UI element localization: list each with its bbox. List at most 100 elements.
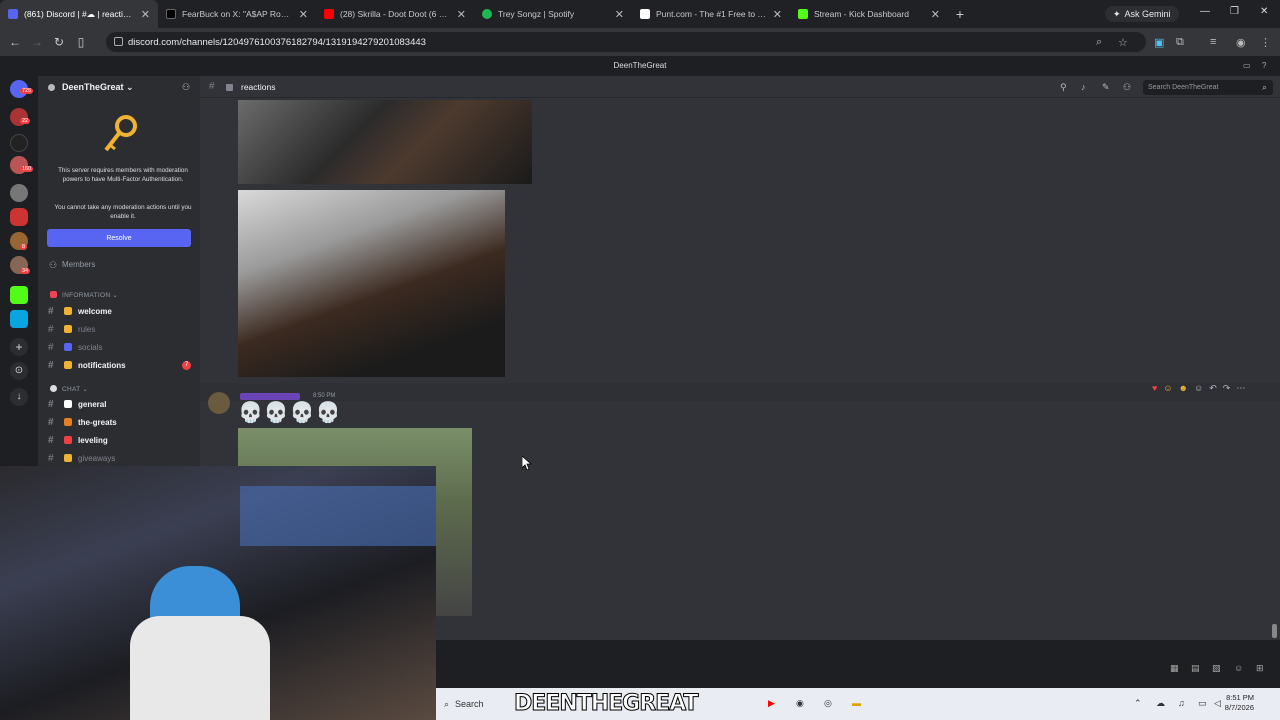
media-icon[interactable]: ≡ (1210, 36, 1216, 48)
minimize-icon[interactable]: — (1200, 6, 1210, 17)
download-icon[interactable]: ↓ (10, 388, 28, 406)
site-info-icon[interactable] (114, 37, 123, 46)
menu-icon[interactable]: ⋮ (1260, 36, 1271, 49)
mention-badge: 7 (182, 361, 191, 370)
search-input[interactable]: Search DeenTheGreat (1143, 80, 1273, 95)
extension-icon[interactable]: ▣ (1154, 36, 1164, 49)
server-icon[interactable] (10, 208, 28, 226)
rofl-reaction-icon[interactable]: ☻ (1179, 383, 1188, 397)
forward-icon[interactable]: → (26, 35, 48, 49)
zoom-icon[interactable]: ⌕ (1096, 36, 1102, 49)
close-tab-icon[interactable]: ✕ (141, 8, 150, 21)
message-image[interactable] (238, 100, 532, 184)
ask-gemini-button[interactable]: ✦ Ask Gemini (1105, 6, 1179, 22)
server-icon[interactable] (10, 134, 28, 152)
server-icon[interactable] (10, 286, 28, 304)
browser-tab[interactable]: Punt.com - The #1 Free to Play ✕ (632, 0, 790, 28)
server-name-button[interactable]: DeenTheGreat ⌄ (62, 82, 134, 93)
server-icon[interactable] (10, 310, 28, 328)
url-field[interactable]: discord.com/channels/1204976100376182794… (106, 32, 1146, 52)
obs-taskbar-icon[interactable]: ◎ (824, 698, 832, 709)
volume-icon[interactable]: ◁ (1214, 698, 1221, 709)
channel-header (200, 76, 1280, 98)
kick-favicon-icon (798, 9, 808, 19)
scrollbar[interactable] (1272, 624, 1277, 638)
close-tab-icon[interactable]: ✕ (615, 8, 624, 21)
network-icon[interactable]: ☁ (1156, 698, 1165, 709)
help-icon[interactable]: ? (1262, 61, 1266, 70)
channel-general[interactable]: # general (48, 396, 198, 412)
sticker-icon: ▧ (1212, 663, 1221, 673)
channel-leveling[interactable]: # leveling (48, 432, 198, 448)
file-explorer-icon[interactable]: ▬ (852, 698, 861, 708)
search-icon: ⌕ (444, 698, 450, 709)
laugh-reaction-icon[interactable]: ☺ (1163, 383, 1172, 397)
channel-socials[interactable]: # socials (48, 339, 198, 355)
close-tab-icon[interactable]: ✕ (773, 8, 782, 21)
notification-badge: 725 (20, 88, 34, 94)
message-image[interactable] (238, 190, 505, 377)
system-clock[interactable]: 8:51 PM 8/7/2026 (1225, 693, 1254, 713)
channel-welcome[interactable]: # welcome (48, 303, 198, 319)
add-reaction-icon[interactable]: ☺ (1194, 383, 1203, 397)
steam-taskbar-icon[interactable]: ◉ (796, 698, 804, 709)
reload-icon[interactable]: ↻ (48, 35, 70, 49)
resolve-button[interactable]: Resolve (47, 229, 191, 247)
channel-notifications[interactable]: # notifications (48, 357, 198, 373)
mouse-cursor-icon (522, 456, 532, 470)
maximize-icon[interactable]: ❐ (1230, 6, 1239, 17)
close-window-icon[interactable]: ✕ (1260, 6, 1268, 17)
username[interactable] (240, 393, 300, 400)
discord-title-bar: DeenTheGreat (0, 56, 1280, 76)
channel-the-greats[interactable]: # the-greats (48, 414, 198, 430)
channel-rules[interactable]: # rules (48, 321, 198, 337)
message-content: 💀💀💀💀 (238, 402, 342, 424)
bookmark-star-icon[interactable]: ☆ (1118, 36, 1128, 49)
youtube-taskbar-icon[interactable]: ▶ (768, 698, 775, 709)
microphone-icon[interactable]: ♫ (1178, 698, 1185, 708)
category-information[interactable]: INFORMATION ⌄ (62, 291, 118, 299)
tray-chevron-icon[interactable]: ⌃ (1134, 698, 1142, 709)
members-link[interactable]: Members (62, 260, 95, 269)
inbox-icon[interactable]: ▭ (1243, 61, 1251, 70)
punt-favicon-icon (640, 9, 650, 19)
close-tab-icon[interactable]: ✕ (457, 8, 466, 21)
taskbar-search[interactable]: ⌕ Search (440, 695, 510, 713)
invite-people-icon[interactable]: ⚇ (182, 82, 190, 93)
new-tab-button[interactable]: + (948, 0, 972, 28)
threads-icon[interactable]: ⚲ (1060, 82, 1067, 93)
hash-icon: # (48, 359, 54, 371)
forward-icon[interactable]: ↷ (1223, 383, 1231, 397)
server-status-icon (48, 84, 55, 91)
server-icon[interactable] (10, 184, 28, 202)
sidebar-icon[interactable]: ▯ (70, 35, 92, 49)
display-icon[interactable]: ▭ (1198, 698, 1207, 709)
category-chat[interactable]: CHAT ⌄ (62, 385, 88, 393)
close-tab-icon[interactable]: ✕ (299, 8, 308, 21)
mfa-action-text: You cannot take any moderation actions u… (54, 204, 192, 220)
add-server-icon[interactable]: + (10, 338, 28, 356)
browser-tab[interactable]: Trey Songz | Spotify ✕ (474, 0, 632, 28)
discover-icon[interactable]: ⊙ (10, 362, 28, 380)
pinned-messages-icon[interactable]: ✎ (1102, 82, 1110, 93)
browser-tab[interactable]: Stream - Kick Dashboard ✕ (790, 0, 948, 28)
avatar[interactable] (208, 392, 230, 414)
gif-icon: ▤ (1191, 663, 1200, 673)
notification-badge: 34 (20, 268, 31, 274)
more-options-icon[interactable]: ⋯ (1236, 383, 1245, 397)
member-list-icon[interactable]: ⚇ (1123, 82, 1131, 93)
profile-icon[interactable]: ◉ (1236, 36, 1246, 49)
hash-icon: # (48, 305, 54, 317)
browser-tab[interactable]: (28) Skrilla - Doot Doot (6 7) (O ✕ (316, 0, 474, 28)
back-icon[interactable]: ← (4, 35, 26, 49)
heart-reaction-icon[interactable]: ♥ (1152, 383, 1157, 397)
browser-tab[interactable]: (861) Discord | #☁ | reactions ✕ (0, 0, 158, 28)
extensions-puzzle-icon[interactable]: ⧉ (1176, 36, 1184, 49)
close-tab-icon[interactable]: ✕ (931, 8, 940, 21)
browser-tab[interactable]: FearBuck on X: "A$AP Rocky gi ✕ (158, 0, 316, 28)
hash-icon: # (48, 416, 54, 428)
reply-icon[interactable]: ↶ (1209, 383, 1217, 397)
members-icon: ⚇ (49, 260, 58, 270)
channel-giveaways[interactable]: # giveaways (48, 450, 198, 466)
notification-settings-icon[interactable]: ♪ (1081, 82, 1086, 92)
